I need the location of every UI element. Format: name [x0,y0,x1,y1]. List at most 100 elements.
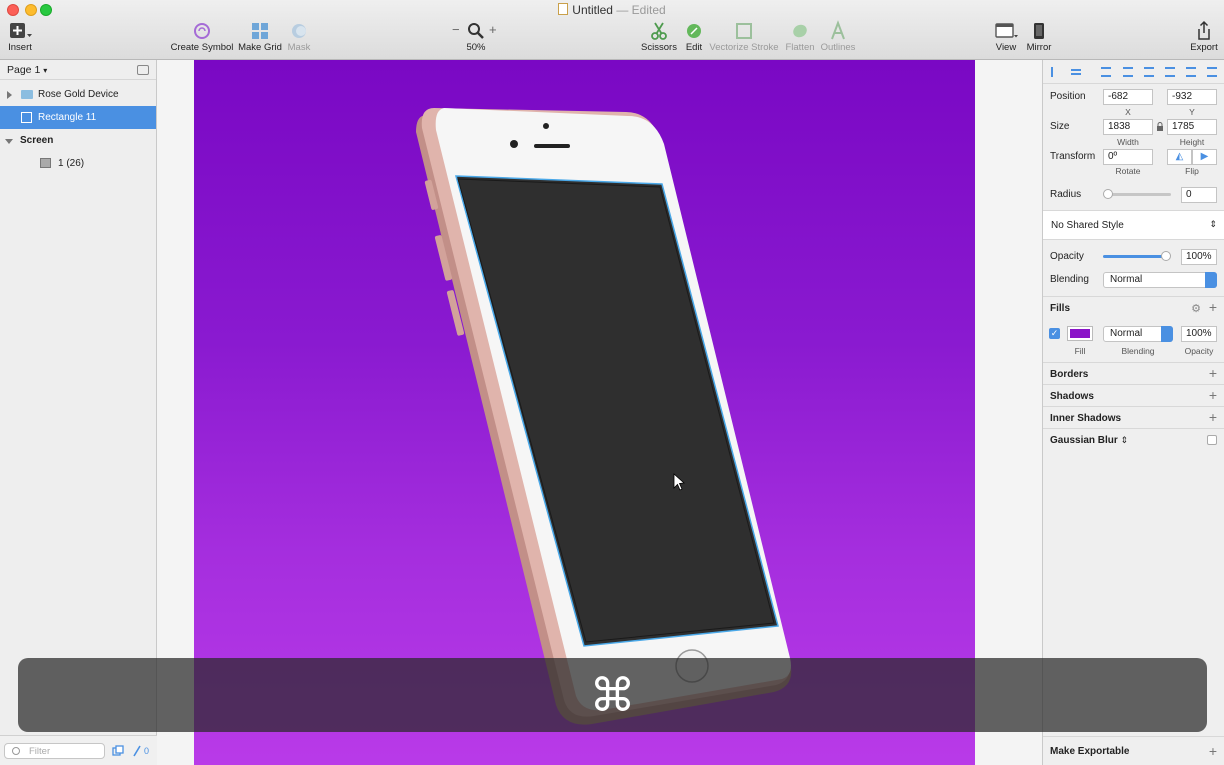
chevron-down-icon: ▾ [43,66,48,75]
align-bottom-icon[interactable] [1207,67,1217,77]
image-icon [40,158,51,168]
share-icon [1198,20,1210,40]
add-inner-shadow-button[interactable]: + [1209,410,1217,424]
disclosure-triangle-icon[interactable] [7,91,12,99]
x-field[interactable]: -682 [1103,89,1153,105]
flatten-icon [793,24,807,38]
slice-filter-icon[interactable] [132,745,142,757]
search-icon [12,747,20,755]
align-center-icon[interactable] [1123,67,1133,77]
folder-icon [21,90,33,99]
filter-input[interactable]: Filter [4,743,105,759]
shared-style-select[interactable]: No Shared Style ⇕ [1043,210,1224,240]
edit-button[interactable]: Edit [682,20,706,53]
blending-label: Blending [1050,274,1089,285]
gaussian-blur-section: Gaussian Blur ⇕ [1043,428,1224,450]
blending-select[interactable]: Normal [1103,272,1217,288]
distribute-vertical-icon[interactable] [1071,69,1081,75]
flatten-button[interactable]: Flatten [784,20,816,53]
align-top-icon[interactable] [1165,67,1175,77]
gaussian-blur-checkbox[interactable] [1207,435,1217,445]
opacity-field[interactable]: 100% [1181,249,1217,265]
add-fill-button[interactable]: + [1209,300,1217,314]
gear-icon[interactable]: ⚙ [1191,302,1201,315]
updown-chevron-icon [1161,326,1173,342]
align-left-icon[interactable] [1101,67,1111,77]
edited-status[interactable]: Edited [632,3,666,17]
flip-horizontal-button[interactable]: ◭ [1167,149,1192,165]
keystroke-overlay: ⌘ [18,658,1207,732]
fill-enabled-checkbox[interactable]: ✓ [1049,328,1060,339]
zoom-level: 50% [466,42,486,53]
make-grid-button[interactable]: Make Grid [238,20,282,53]
radius-slider[interactable] [1107,193,1171,196]
transform-label: Transform [1050,151,1096,162]
fill-color-swatch[interactable] [1067,326,1093,341]
collapse-pages-icon[interactable] [137,65,149,75]
outlines-button[interactable]: Outlines [820,20,856,53]
scissors-button[interactable]: Scissors [640,20,678,53]
layer-rectangle-11[interactable]: Rectangle 11 [0,106,156,129]
mirror-button[interactable]: Mirror [1024,20,1054,53]
document-icon [558,3,569,15]
opacity-label: Opacity [1050,251,1084,262]
disclosure-triangle-icon[interactable] [5,139,13,144]
position-label: Position [1050,91,1086,102]
layer-screen[interactable]: Screen [0,129,156,152]
rectangle-icon [21,112,32,123]
view-icon [995,23,1018,38]
add-border-button[interactable]: + [1209,366,1217,380]
width-field[interactable]: 1838 [1103,119,1153,135]
updown-chevron-icon[interactable]: ⇕ [1121,435,1129,445]
scissors-icon [651,22,667,40]
radius-label: Radius [1050,189,1082,200]
export-button[interactable]: Export [1188,20,1220,53]
fill-blending-select[interactable]: Normal [1103,326,1173,342]
lock-icon[interactable] [1156,122,1164,132]
radius-field[interactable]: 0 [1181,187,1217,203]
borders-section: Borders + [1043,362,1224,384]
fills-section: Fills ⚙ + [1043,296,1224,318]
zoom-control[interactable]: − + 50% [450,20,502,53]
align-right-icon[interactable] [1144,67,1154,77]
title-bar: Untitled — Edited Insert Create Symbol M… [0,0,1224,60]
add-shadow-button[interactable]: + [1209,388,1217,402]
symbols-filter-icon[interactable] [112,745,124,757]
rotate-field[interactable]: 0º [1103,149,1153,165]
mask-button[interactable]: Mask [285,20,313,53]
layers-footer: Filter 0 [0,735,157,765]
grid-icon [252,23,268,39]
make-exportable-section[interactable]: Make Exportable + [1043,736,1224,765]
edit-icon [687,24,701,38]
command-key-icon: ⌘ [589,668,636,722]
flip-vertical-button[interactable]: ▶ [1192,149,1217,165]
window-title: Untitled — Edited [0,3,1224,17]
mask-icon [292,24,306,38]
mirror-icon [1034,23,1044,39]
size-label: Size [1050,121,1070,132]
insert-button[interactable]: Insert [6,20,34,53]
create-symbol-button[interactable]: Create Symbol [170,20,234,53]
alignment-toolbar [1043,60,1224,84]
height-field[interactable]: 1785 [1167,119,1217,135]
page-selector[interactable]: Page 1 ▾ [0,60,156,80]
zoom-out-button[interactable]: − [452,22,460,37]
fill-opacity-field[interactable]: 100% [1181,326,1217,342]
distribute-horizontal-icon[interactable] [1051,67,1053,77]
updown-chevron-icon: ⇕ [1209,219,1217,229]
view-button[interactable]: View [990,20,1022,53]
opacity-slider-knob[interactable] [1161,251,1171,261]
radius-slider-knob[interactable] [1103,189,1113,199]
zoom-in-button[interactable]: + [489,22,497,37]
inner-shadows-section: Inner Shadows + [1043,406,1224,428]
layer-rose-gold-device[interactable]: Rose Gold Device [0,83,156,106]
align-middle-icon[interactable] [1186,67,1196,77]
opacity-slider[interactable] [1103,255,1167,258]
magnifier-icon [468,23,484,39]
insert-icon [10,23,32,38]
add-export-button[interactable]: + [1209,744,1217,758]
layer-image[interactable]: 1 (26) [0,152,156,175]
y-field[interactable]: -932 [1167,89,1217,105]
vectorize-stroke-button[interactable]: Vectorize Stroke [709,20,779,53]
outlines-icon [831,20,845,40]
